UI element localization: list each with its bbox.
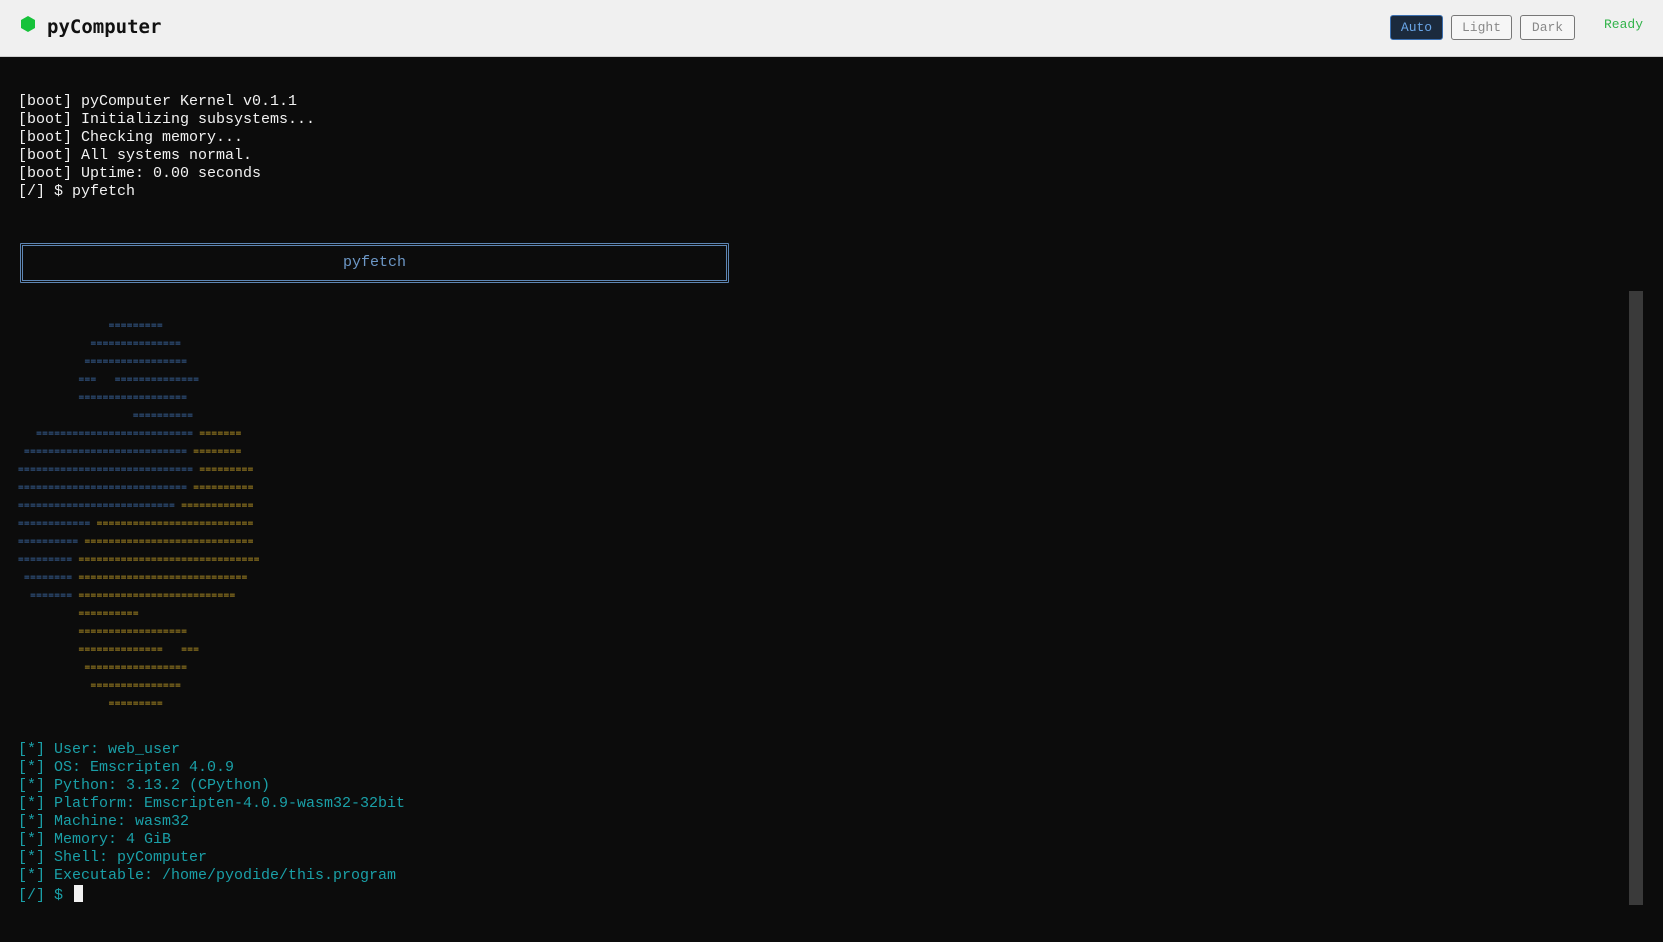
logo-art-yellow-segment: ============== === xyxy=(18,644,200,655)
logo-art-blue-segment: ============================ xyxy=(18,482,194,493)
boot-line: [boot] All systems normal. xyxy=(18,147,253,164)
logo-art-blue-segment: ================== xyxy=(18,392,188,403)
logo-art-blue-segment: ========== xyxy=(18,410,194,421)
app-title: pyComputer xyxy=(47,16,162,38)
info-line-machine: [*] Machine: wasm32 xyxy=(18,813,190,830)
logo-art-yellow-segment: ========== xyxy=(193,482,254,493)
logo-art-blue-segment: ========================== xyxy=(18,500,182,511)
top-bar: pyComputer Auto Light Dark Ready xyxy=(0,0,1663,57)
logo-art-blue-segment: =============== xyxy=(18,338,182,349)
info-line-os: [*] OS: Emscripten 4.0.9 xyxy=(18,759,235,776)
info-line-platform: [*] Platform: Emscripten-4.0.9-wasm32-32… xyxy=(18,795,406,812)
info-line-user: [*] User: web_user xyxy=(18,741,181,758)
logo-art-blue-segment: ======= xyxy=(18,590,79,601)
logo-art-yellow-segment: ============================ xyxy=(84,536,254,547)
status-text: Ready xyxy=(1604,17,1644,32)
prompt-text: [/] $ xyxy=(18,887,64,904)
logo-art-blue-segment: ========================== xyxy=(18,428,200,439)
boot-line: [boot] Checking memory... xyxy=(18,129,244,146)
logo-art-blue-segment: ========= xyxy=(18,554,79,565)
logo-art-yellow-segment: ========= xyxy=(18,698,164,709)
banner-title: pyfetch xyxy=(342,254,406,271)
logo-art-yellow-segment: ============================== xyxy=(78,554,260,565)
info-line-memory: [*] Memory: 4 GiB xyxy=(18,831,172,848)
pyfetch-banner: pyfetch xyxy=(20,243,729,283)
logo-art-blue-segment: ================= xyxy=(18,356,188,367)
boot-line: [boot] Uptime: 0.00 seconds xyxy=(18,165,262,182)
info-line-python: [*] Python: 3.13.2 (CPython) xyxy=(18,777,271,794)
logo-art-blue-segment: ======== xyxy=(18,572,79,583)
green-hexagon-icon xyxy=(21,16,35,32)
terminal-scrollbar[interactable] xyxy=(1629,291,1643,905)
logo-art-yellow-segment: =============== xyxy=(18,680,182,691)
theme-dark-button[interactable]: Dark xyxy=(1520,15,1575,40)
logo-art-yellow-segment: ================= xyxy=(18,662,188,673)
info-line-executable: [*] Executable: /home/pyodide/this.progr… xyxy=(18,867,397,884)
logo-art-yellow-segment: ================== xyxy=(18,626,188,637)
command-line: [/] $ pyfetch xyxy=(18,183,136,200)
logo-art-yellow-segment: ======= xyxy=(199,428,242,439)
terminal-prompt[interactable]: [/] $ xyxy=(18,885,84,905)
logo-art-blue-segment: =========================== xyxy=(18,446,194,457)
logo-art-blue-segment: ============================= xyxy=(18,464,200,475)
logo-art-blue-segment: ============ xyxy=(18,518,97,529)
logo-art-blue-segment: ========== xyxy=(18,536,85,547)
terminal[interactable]: [boot] pyComputer Kernel v0.1.1 [boot] I… xyxy=(0,57,1663,942)
theme-auto-button[interactable]: Auto xyxy=(1390,15,1443,40)
logo-art-yellow-segment: ============================ xyxy=(78,572,248,583)
info-line-shell: [*] Shell: pyComputer xyxy=(18,849,208,866)
logo-art-yellow-segment: ========== xyxy=(18,608,139,619)
boot-line: [boot] Initializing subsystems... xyxy=(18,111,316,128)
logo-art-yellow-segment: ======== xyxy=(193,446,242,457)
logo-art-yellow-segment: ========= xyxy=(199,464,254,475)
boot-line: [boot] pyComputer Kernel v0.1.1 xyxy=(18,93,298,110)
logo-art-yellow-segment: ========================== xyxy=(78,590,236,601)
theme-light-button[interactable]: Light xyxy=(1451,15,1512,40)
python-logo-ascii-art: ========= =============== ==============… xyxy=(18,317,260,713)
logo-art-yellow-segment: ============ xyxy=(181,500,254,511)
logo-art-blue-segment: === ============== xyxy=(18,374,200,385)
text-cursor xyxy=(74,885,84,902)
logo-art-blue-segment: ========= xyxy=(18,320,164,331)
logo-art-yellow-segment: ========================== xyxy=(96,518,254,529)
